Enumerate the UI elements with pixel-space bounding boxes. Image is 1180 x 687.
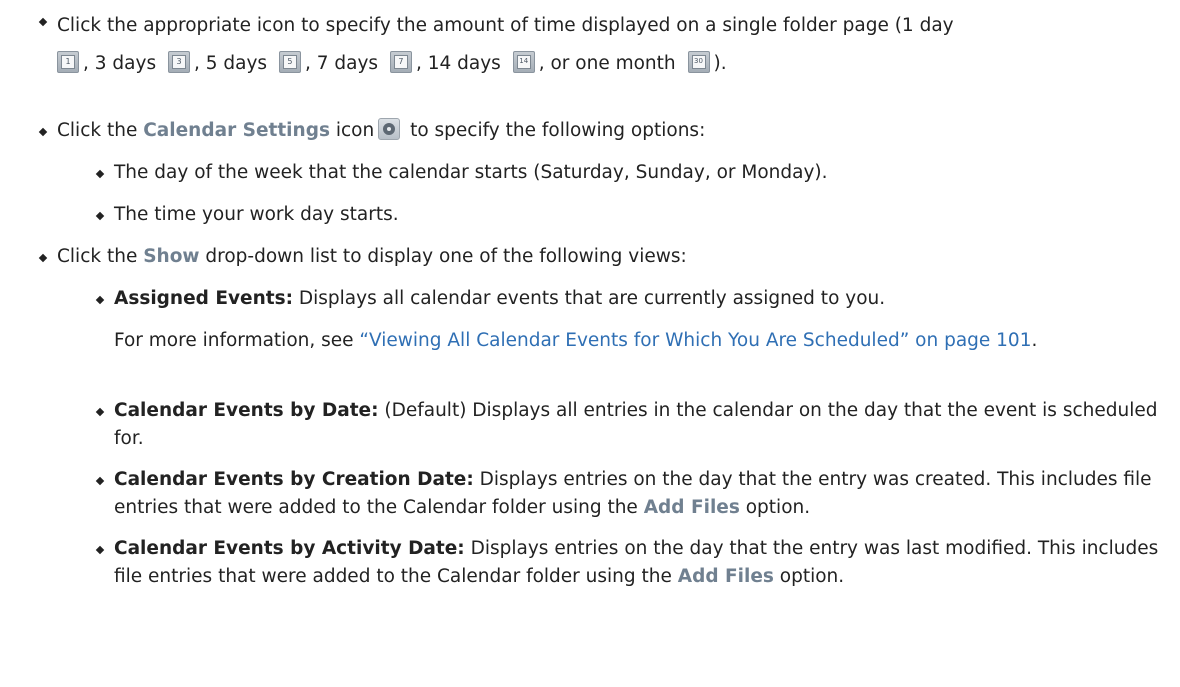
list-item-events-by-date: Calendar Events by Date: (Default) Displ… (95, 397, 1172, 453)
gui-calendar-settings: Calendar Settings (143, 120, 330, 141)
gear-icon[interactable] (378, 118, 401, 140)
link-viewing-all-calendar-events[interactable]: “Viewing All Calendar Events for Which Y… (359, 330, 1031, 351)
bullet-icon (95, 545, 105, 555)
term-assigned-events: Assigned Events: (114, 288, 293, 309)
list-item-events-by-creation-date: Calendar Events by Creation Date: Displa… (95, 466, 1172, 522)
bullet-icon (38, 127, 48, 137)
term-events-by-date: Calendar Events by Date: (114, 400, 379, 421)
term-events-by-creation-date: Calendar Events by Creation Date: (114, 469, 474, 490)
list-item-time-span: Click the appropriate icon to specify th… (38, 7, 1170, 83)
calendar-one-month-icon[interactable]: 30 (687, 51, 710, 73)
calendar-5-days-icon[interactable]: 5 (278, 51, 301, 73)
list-item-calendar-settings: Click the Calendar Settings icon to spec… (38, 117, 1170, 145)
calendar-1-day-icon[interactable]: 1 (57, 51, 79, 73)
list-item-show-dropdown: Click the Show drop-down list to display… (38, 243, 1170, 271)
list-item-assigned-events: Assigned Events: Displays all calendar e… (95, 285, 1172, 313)
bullet-icon (95, 295, 105, 305)
gui-add-files: Add Files (677, 566, 774, 587)
term-events-by-activity-date: Calendar Events by Activity Date: (114, 538, 465, 559)
gui-add-files: Add Files (643, 497, 740, 518)
bullet-icon (38, 17, 48, 27)
list-item-week-start: The day of the week that the calendar st… (95, 159, 1172, 187)
list-item-text: Click the Calendar Settings icon to spec… (57, 118, 706, 141)
calendar-14-days-icon[interactable]: 14 (512, 51, 535, 73)
calendar-3-days-icon[interactable]: 3 (167, 51, 190, 73)
gui-show: Show (143, 246, 200, 267)
list-item-text: Click the Show drop-down list to display… (57, 246, 687, 267)
document-page: Click the appropriate icon to specify th… (0, 0, 1180, 687)
bullet-icon (95, 407, 105, 417)
bullet-icon (95, 476, 105, 486)
bullet-icon (95, 211, 105, 221)
more-info-paragraph: For more information, see “Viewing All C… (114, 330, 1038, 351)
list-item-events-by-activity-date: Calendar Events by Activity Date: Displa… (95, 535, 1172, 591)
calendar-7-days-icon[interactable]: 7 (389, 51, 412, 73)
bullet-icon (95, 169, 105, 179)
list-item-workday-start: The time your work day starts. (95, 201, 1172, 229)
bullet-icon (38, 253, 48, 263)
list-item-text: Click the appropriate icon to specify th… (57, 15, 954, 74)
